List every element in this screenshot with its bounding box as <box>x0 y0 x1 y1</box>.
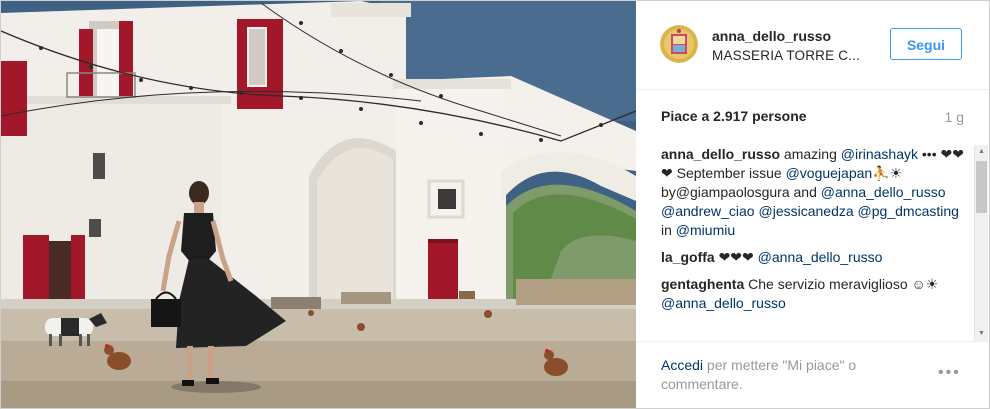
photo-illustration <box>1 1 636 408</box>
more-options-icon[interactable]: ••• <box>938 364 961 382</box>
comment-item: gentaghenta Che servizio meraviglioso ☺☀… <box>661 275 966 313</box>
mention-link[interactable]: @andrew_ciao <box>661 203 755 219</box>
mention-link[interactable]: @pg_dmcasting <box>858 203 959 219</box>
mention-link[interactable]: @miumiu <box>676 222 735 238</box>
login-link[interactable]: Accedi <box>661 357 703 373</box>
comment-item: la_goffa ❤❤❤ @anna_dello_russo <box>661 248 966 267</box>
follow-button[interactable]: Segui <box>890 28 962 60</box>
mention-link[interactable]: @anna_dello_russo <box>661 295 786 311</box>
avatar[interactable] <box>660 25 698 63</box>
post-time[interactable]: 1 g <box>945 109 964 125</box>
scrollbar-thumb[interactable] <box>976 161 987 213</box>
login-prompt: Accedi per mettere "Mi piace" o commenta… <box>661 356 901 394</box>
comment-text: in <box>661 222 676 238</box>
comments-list: anna_dello_russo amazing @irinashayk •••… <box>661 145 966 341</box>
post-dialog: anna_dello_russo MASSERIA TORRE C... Seg… <box>0 0 990 409</box>
mention-link[interactable]: @anna_dello_russo <box>821 184 946 200</box>
comment-item: anna_dello_russo amazing @irinashayk •••… <box>661 145 966 240</box>
comment-text: ❤❤❤ <box>714 249 758 265</box>
mention-link[interactable]: @anna_dello_russo <box>758 249 883 265</box>
post-header: anna_dello_russo MASSERIA TORRE C... Seg… <box>636 1 989 90</box>
scroll-down-icon[interactable]: ▼ <box>975 327 988 341</box>
comment-username[interactable]: anna_dello_russo <box>661 146 780 162</box>
mention-link[interactable]: @voguejapan <box>786 165 873 181</box>
side-panel: anna_dello_russo MASSERIA TORRE C... Seg… <box>636 1 989 408</box>
comment-text: Che servizio meraviglioso ☺☀ <box>744 276 939 292</box>
mention-link[interactable]: @jessicanedza <box>759 203 854 219</box>
mention-link[interactable]: @irinashayk <box>841 146 918 162</box>
comment-text: amazing <box>780 146 841 162</box>
scroll-up-icon[interactable]: ▲ <box>975 145 988 159</box>
comment-username[interactable]: gentaghenta <box>661 276 744 292</box>
username-link[interactable]: anna_dello_russo <box>712 28 831 44</box>
comment-username[interactable]: la_goffa <box>661 249 715 265</box>
post-photo[interactable] <box>1 1 636 408</box>
post-footer: Accedi per mettere "Mi piace" o commenta… <box>636 341 989 409</box>
likes-count[interactable]: Piace a 2.917 persone <box>661 108 807 124</box>
avatar-image <box>660 25 698 63</box>
comments-scrollbar[interactable]: ▲ ▼ <box>974 145 988 341</box>
location-link[interactable]: MASSERIA TORRE C... <box>712 48 860 63</box>
